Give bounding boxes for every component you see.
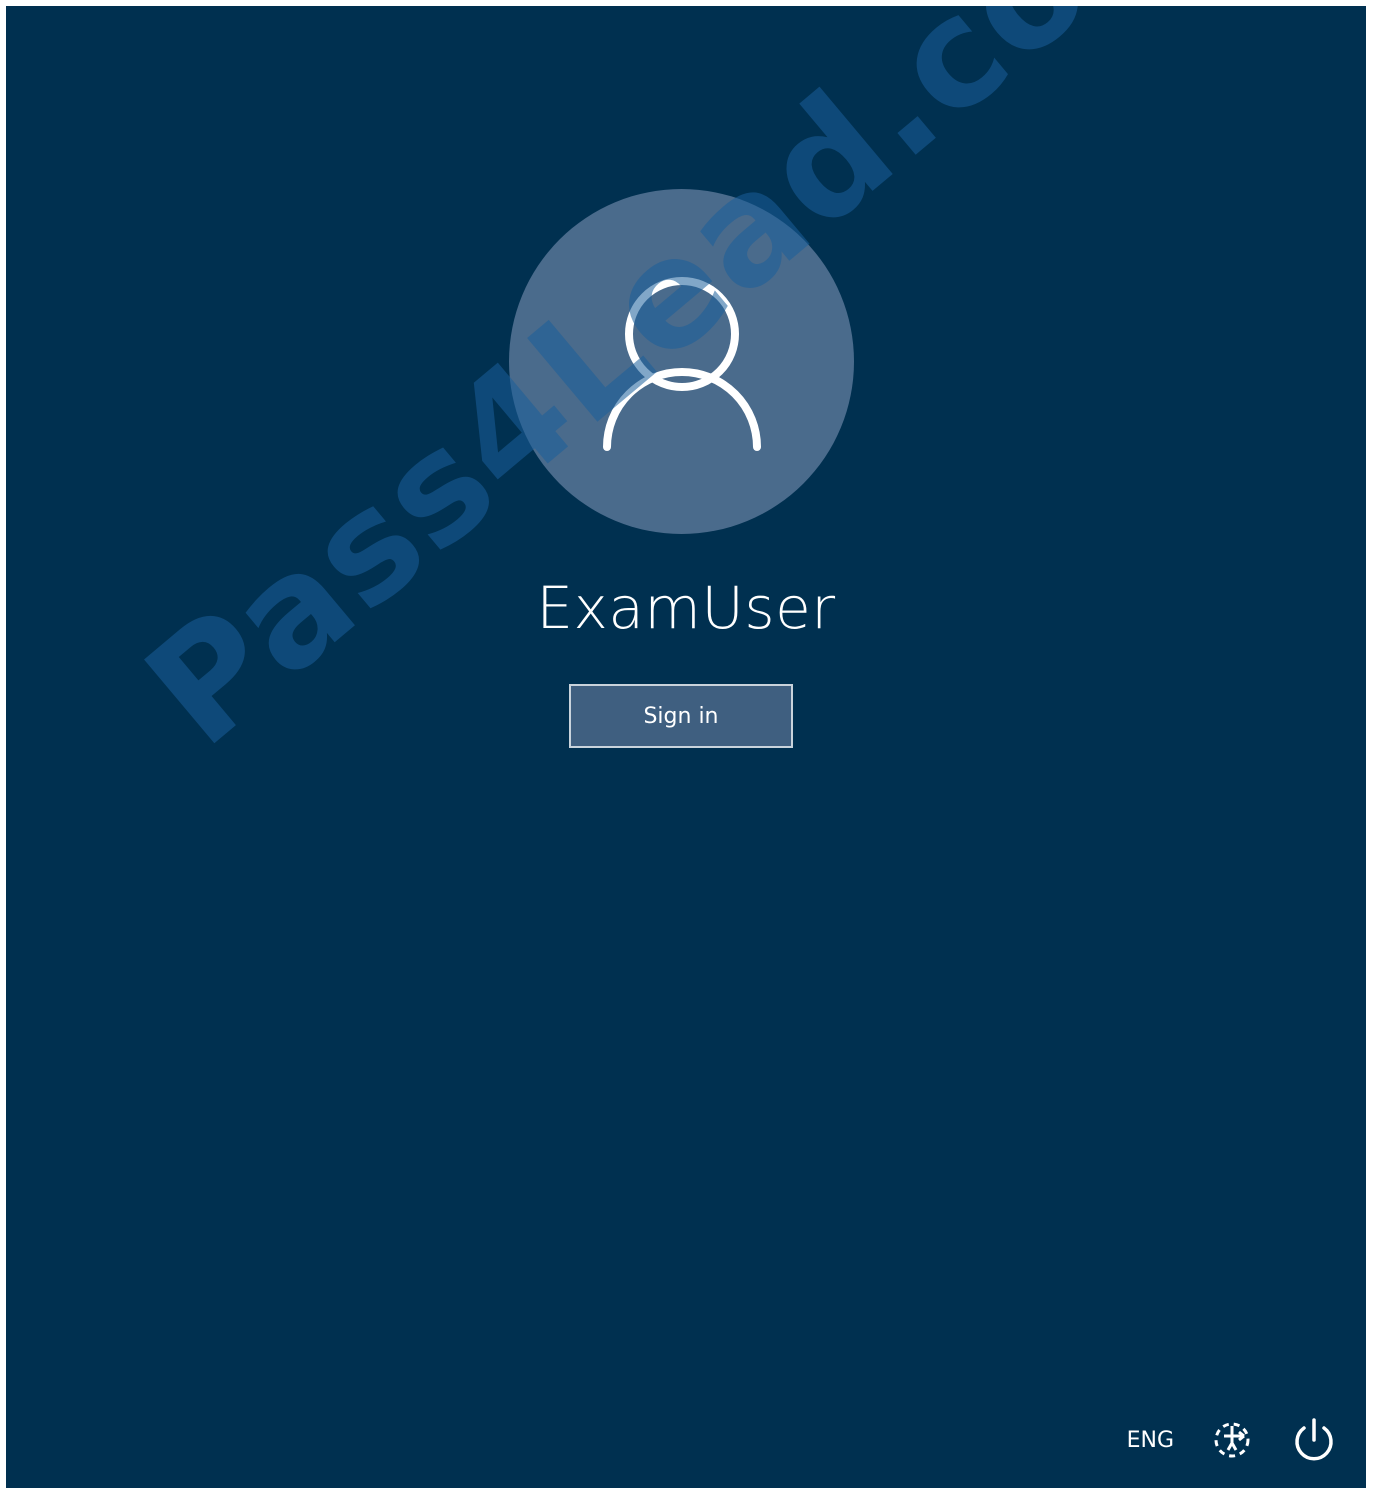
- user-silhouette-icon: [603, 277, 761, 451]
- username-label: ExamUser: [536, 574, 836, 642]
- lock-screen: ExamUser Sign in Pass4Lead.com ENG: [6, 6, 1366, 1488]
- bottom-tray: ENG: [1127, 1410, 1342, 1470]
- user-avatar: [509, 189, 854, 534]
- ease-of-access-icon[interactable]: [1204, 1412, 1260, 1468]
- power-icon[interactable]: [1286, 1412, 1342, 1468]
- language-indicator[interactable]: ENG: [1127, 1428, 1174, 1453]
- sign-in-button[interactable]: Sign in: [569, 684, 793, 748]
